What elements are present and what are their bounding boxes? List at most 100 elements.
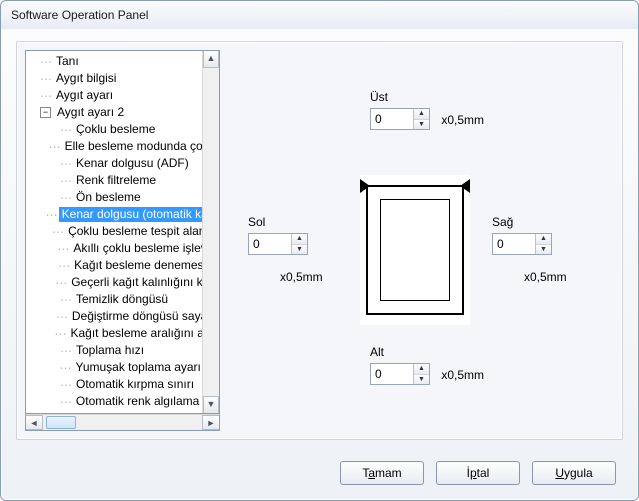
tree-branch-icon: ⋯: [59, 361, 70, 375]
tree-branch-icon: ⋯: [40, 72, 51, 86]
edge-bottom-group: Alt ▲▼ x0,5mm: [370, 345, 484, 385]
edge-top-unit: x0,5mm: [441, 113, 484, 127]
cancel-button[interactable]: İptal: [436, 461, 520, 485]
dialog-buttons: Tamam İptal Uygula: [340, 461, 616, 485]
vertical-scrollbar[interactable]: ▲ ▼: [202, 51, 219, 413]
tree-item-label: Akıllı çoklu besleme işlevi: [70, 241, 202, 256]
spin-down-icon[interactable]: ▼: [292, 245, 307, 255]
tree-item-label: Kenar dolgusu (otomatik kağıt boyutu tes…: [59, 207, 202, 222]
edge-left-input[interactable]: [249, 234, 291, 254]
tree-item[interactable]: ⋯Çoklu besleme: [26, 121, 202, 138]
edge-bottom-input[interactable]: [371, 364, 413, 384]
spin-up-icon[interactable]: ▲: [414, 109, 429, 120]
scroll-right-icon[interactable]: ►: [202, 415, 219, 430]
tree-item[interactable]: ⋯Kenar dolgusu (otomatik kağıt boyutu te…: [26, 206, 202, 223]
window-title: Software Operation Panel: [1, 1, 638, 29]
tree-branch-icon: ⋯: [57, 242, 68, 256]
tree-item[interactable]: ⋯Çoklu besleme tespit alanı ayarı: [26, 223, 202, 240]
spin-down-icon[interactable]: ▼: [414, 375, 429, 385]
edge-top-spinner[interactable]: ▲▼: [370, 108, 430, 130]
apply-button[interactable]: Uygula: [532, 461, 616, 485]
tree-item[interactable]: ⋯Elle besleme modunda çoklu besleme: [26, 138, 202, 155]
tree-item[interactable]: ⋯Yumuşak toplama ayarı: [26, 359, 202, 376]
tree-pane: ⋯Tanı⋯Aygıt bilgisi⋯Aygıt ayarı−Aygıt ay…: [25, 50, 220, 431]
tree-item-label: Geçerli kağıt kalınlığını koru: [68, 275, 202, 290]
scroll-up-icon[interactable]: ▲: [203, 51, 219, 68]
tree-item-label: Çoklu besleme tespit alanı ayarı: [65, 224, 202, 239]
settings-panel: Üst ▲▼ x0,5mm Sol ▲▼ x0,5mm Sağ: [220, 50, 614, 431]
tree-item[interactable]: ⋯Kağıt besleme aralığını ayarı: [26, 325, 202, 342]
page-inner-rect: [380, 199, 450, 301]
tree-item-label: Renk filtreleme: [73, 173, 159, 188]
tree-item-label: Otomatik kırpma sınırı: [73, 377, 197, 392]
tree-item[interactable]: ⋯Temizlik döngüsü: [26, 291, 202, 308]
tree-item[interactable]: ⋯Alarm ayarı: [26, 410, 202, 413]
edge-right-input[interactable]: [493, 234, 535, 254]
edge-right-unit: x0,5mm: [524, 270, 567, 284]
edge-right-group: Sağ ▲▼ x0,5mm: [492, 215, 567, 284]
tree-item-label: Ön besleme: [73, 190, 144, 205]
tree-branch-icon: ⋯: [46, 208, 57, 222]
tree-item-label: Yumuşak toplama ayarı: [72, 360, 202, 375]
tree-item[interactable]: ⋯Aygıt bilgisi: [26, 70, 202, 87]
tree-branch-icon: ⋯: [55, 276, 66, 290]
tree-item-label: Tanı: [53, 54, 82, 69]
spin-down-icon[interactable]: ▼: [536, 245, 551, 255]
edge-top-input[interactable]: [371, 109, 413, 129]
tree-item[interactable]: ⋯Tanı: [26, 53, 202, 70]
tree-branch-icon: ⋯: [60, 157, 71, 171]
spin-down-icon[interactable]: ▼: [414, 120, 429, 130]
edge-top-group: Üst ▲▼ x0,5mm: [370, 90, 484, 130]
tree-item[interactable]: ⋯Aygıt ayarı: [26, 87, 202, 104]
tree-item[interactable]: ⋯Geçerli kağıt kalınlığını koru: [26, 274, 202, 291]
tree-item-label: Temizlik döngüsü: [73, 292, 171, 307]
tree-item[interactable]: ⋯Toplama hızı: [26, 342, 202, 359]
tree-item[interactable]: ⋯Otomatik renk algılama: [26, 393, 202, 410]
tree-item-label: Elle besleme modunda çoklu besleme: [62, 139, 202, 154]
tree-item-label: Alarm ayarı: [73, 411, 140, 413]
tree-branch-icon: ⋯: [60, 395, 71, 409]
scroll-thumb[interactable]: [46, 416, 76, 429]
tree-branch-icon: ⋯: [60, 412, 71, 414]
tree-item[interactable]: ⋯Değiştirme döngüsü sayacı: [26, 308, 202, 325]
tree-item-label: Çoklu besleme: [73, 122, 158, 137]
tree-item[interactable]: ⋯Akıllı çoklu besleme işlevi: [26, 240, 202, 257]
tree-item-label: Otomatik renk algılama: [73, 394, 202, 409]
edge-right-label: Sağ: [492, 215, 567, 229]
tree-branch-icon: ⋯: [60, 191, 71, 205]
scroll-down-icon[interactable]: ▼: [203, 396, 219, 413]
spin-up-icon[interactable]: ▲: [292, 234, 307, 245]
edge-left-spinner[interactable]: ▲▼: [248, 233, 308, 255]
tree-branch-icon: ⋯: [60, 174, 71, 188]
spin-up-icon[interactable]: ▲: [414, 364, 429, 375]
scroll-left-icon[interactable]: ◄: [26, 415, 43, 430]
tree-branch-icon: ⋯: [40, 89, 51, 103]
tree-item-label: Aygıt ayarı: [53, 88, 116, 103]
spin-up-icon[interactable]: ▲: [536, 234, 551, 245]
tree-item-label: Toplama hızı: [73, 343, 147, 358]
tree-item[interactable]: ⋯Kenar dolgusu (ADF): [26, 155, 202, 172]
edge-bottom-spinner[interactable]: ▲▼: [370, 363, 430, 385]
tree-item[interactable]: ⋯Otomatik kırpma sınırı: [26, 376, 202, 393]
tree-item[interactable]: −Aygıt ayarı 2: [26, 104, 202, 121]
tree-item-label: Değiştirme döngüsü sayacı: [69, 309, 202, 324]
tree-branch-icon: ⋯: [40, 55, 51, 69]
tree-branch-icon: ⋯: [60, 293, 71, 307]
tree-branch-icon: ⋯: [60, 123, 71, 137]
ok-button[interactable]: Tamam: [340, 461, 424, 485]
tree-item-label: Kağıt besleme aralığını ayarı: [67, 326, 202, 341]
treeview[interactable]: ⋯Tanı⋯Aygıt bilgisi⋯Aygıt ayarı−Aygıt ay…: [25, 50, 220, 414]
tree-branch-icon: ⋯: [60, 344, 71, 358]
tree-item[interactable]: ⋯Renk filtreleme: [26, 172, 202, 189]
tree-item[interactable]: ⋯Kağıt besleme denemesi: [26, 257, 202, 274]
tree-item-label: Aygıt bilgisi: [53, 71, 119, 86]
edge-left-unit: x0,5mm: [280, 270, 323, 284]
edge-left-group: Sol ▲▼ x0,5mm: [248, 215, 323, 284]
tree-expander-icon[interactable]: −: [40, 107, 51, 118]
tree-branch-icon: ⋯: [52, 225, 63, 239]
horizontal-scrollbar[interactable]: ◄ ►: [25, 414, 220, 431]
edge-right-spinner[interactable]: ▲▼: [492, 233, 552, 255]
tree-item[interactable]: ⋯Ön besleme: [26, 189, 202, 206]
edge-bottom-label: Alt: [370, 345, 484, 359]
tree-item-label: Kenar dolgusu (ADF): [73, 156, 192, 171]
